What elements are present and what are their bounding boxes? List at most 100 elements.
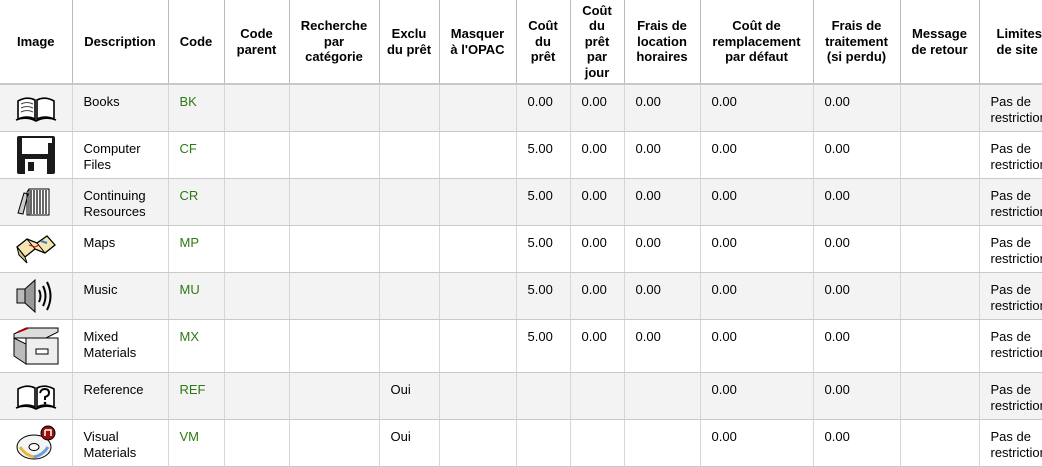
site-limits-cell: Pas de restriction: [979, 84, 1042, 132]
description-cell: Continuing Resources: [72, 178, 169, 226]
hourly-rental-cell: 0.00: [624, 131, 701, 179]
category-search-cell: [289, 419, 380, 467]
site-limits-cell: Pas de restriction: [979, 272, 1042, 320]
code-cell: REF: [168, 372, 225, 420]
reference-book-icon: [0, 381, 72, 411]
processing-fee-cell: 0.00: [813, 178, 901, 226]
rental-charge-cell: [516, 419, 571, 467]
col-header-code[interactable]: Code: [168, 0, 225, 85]
daily-rental-cell: 0.00: [570, 178, 625, 226]
parent-code-cell: [224, 131, 290, 179]
hide-opac-cell: [439, 272, 517, 320]
code-cell: CR: [168, 178, 225, 226]
floppy-disk-icon: [0, 135, 72, 175]
checkin-message-cell: [900, 225, 980, 273]
col-header-parent-code[interactable]: Code parent: [224, 0, 290, 85]
col-header-site-limits[interactable]: Limites de site: [979, 0, 1042, 85]
rental-charge-cell: 5.00: [516, 178, 571, 226]
description-cell: Music: [72, 272, 169, 320]
code-cell: VM: [168, 419, 225, 467]
item-type-code-link[interactable]: CR: [180, 188, 199, 203]
image-cell: [0, 225, 73, 273]
replacement-cost-cell: 0.00: [700, 131, 814, 179]
image-cell: [0, 272, 73, 320]
not-for-loan-cell: [379, 84, 440, 132]
hourly-rental-cell: 0.00: [624, 178, 701, 226]
not-for-loan-cell: [379, 178, 440, 226]
col-header-not-for-loan[interactable]: Exclu du prêt: [379, 0, 440, 85]
parent-code-cell: [224, 272, 290, 320]
not-for-loan-cell: Oui: [379, 372, 440, 420]
site-limits-cell: Pas de restriction: [979, 372, 1042, 420]
checkin-message-cell: [900, 272, 980, 320]
col-header-hide-opac[interactable]: Masquer à l'OPAC: [439, 0, 517, 85]
rental-charge-cell: 5.00: [516, 319, 571, 373]
rental-charge-cell: 0.00: [516, 84, 571, 132]
category-search-cell: [289, 372, 380, 420]
not-for-loan-cell: [379, 131, 440, 179]
processing-fee-cell: 0.00: [813, 225, 901, 273]
table-row: Visual Materials VM Oui 0.00 0.00 Pas de rest…: [0, 419, 1042, 467]
processing-fee-cell: 0.00: [813, 84, 901, 132]
processing-fee-cell: 0.00: [813, 372, 901, 420]
description-cell: Mixed Materials: [72, 319, 169, 373]
parent-code-cell: [224, 372, 290, 420]
replacement-cost-cell: 0.00: [700, 419, 814, 467]
image-cell: [0, 372, 73, 420]
table-row: Computer Files CF 5.00 0.00 0.00 0.00 0.00 Pas …: [0, 131, 1042, 179]
checkin-message-cell: [900, 319, 980, 373]
table-row: Reference REF Oui 0.00 0.00 Pas de restrictio…: [0, 372, 1042, 420]
col-header-processing-fee[interactable]: Frais de traitement (si perdu): [813, 0, 901, 85]
site-limits-cell: Pas de restriction: [979, 178, 1042, 226]
table-row: Maps MP 5.00 0.00 0.00 0.00 0.00 Pas de restric…: [0, 225, 1042, 273]
rental-charge-cell: [516, 372, 571, 420]
file-box-icon: [0, 326, 72, 366]
daily-rental-cell: 0.00: [570, 225, 625, 273]
code-cell: MP: [168, 225, 225, 273]
col-header-default-replacement[interactable]: Coût de remplacement par défaut: [700, 0, 814, 85]
table-header-row: Image Description Code Code parent Reche…: [0, 0, 1042, 85]
item-type-code-link[interactable]: BK: [180, 94, 197, 109]
item-type-code-link[interactable]: CF: [180, 141, 197, 156]
col-header-checkin-message[interactable]: Message de retour: [900, 0, 980, 85]
col-header-hourly-rental[interactable]: Frais de location horaires: [624, 0, 701, 85]
col-header-rental-charge[interactable]: Coût du prêt: [516, 0, 571, 85]
checkin-message-cell: [900, 131, 980, 179]
code-cell: MX: [168, 319, 225, 373]
code-cell: CF: [168, 131, 225, 179]
hourly-rental-cell: [624, 419, 701, 467]
hide-opac-cell: [439, 131, 517, 179]
hourly-rental-cell: 0.00: [624, 225, 701, 273]
item-type-code-link[interactable]: MP: [180, 235, 200, 250]
hide-opac-cell: [439, 319, 517, 373]
category-search-cell: [289, 178, 380, 226]
parent-code-cell: [224, 225, 290, 273]
item-type-code-link[interactable]: MX: [180, 329, 200, 344]
checkin-message-cell: [900, 419, 980, 467]
col-header-category-search[interactable]: Recherche par catégorie: [289, 0, 380, 85]
item-type-code-link[interactable]: REF: [180, 382, 206, 397]
item-types-table: Image Description Code Code parent Reche…: [0, 0, 1042, 467]
hourly-rental-cell: 0.00: [624, 272, 701, 320]
code-cell: BK: [168, 84, 225, 132]
cd-disc-icon: [0, 425, 72, 461]
rental-charge-cell: 5.00: [516, 225, 571, 273]
replacement-cost-cell: 0.00: [700, 84, 814, 132]
hourly-rental-cell: 0.00: [624, 319, 701, 373]
map-icon: [0, 233, 72, 265]
site-limits-cell: Pas de restriction: [979, 419, 1042, 467]
parent-code-cell: [224, 178, 290, 226]
table-row: Continuing Resources CR 5.00 0.00 0.00 0.00 0.…: [0, 178, 1042, 226]
daily-rental-cell: 0.00: [570, 84, 625, 132]
item-type-code-link[interactable]: MU: [180, 282, 200, 297]
speaker-icon: [0, 277, 72, 315]
col-header-description[interactable]: Description: [72, 0, 169, 85]
col-header-image[interactable]: Image: [0, 0, 73, 85]
image-cell: [0, 419, 73, 467]
image-cell: [0, 178, 73, 226]
replacement-cost-cell: 0.00: [700, 178, 814, 226]
col-header-daily-rental[interactable]: Coût du prêt par jour: [570, 0, 625, 85]
not-for-loan-cell: [379, 225, 440, 273]
image-cell: [0, 319, 73, 373]
item-type-code-link[interactable]: VM: [180, 429, 200, 444]
